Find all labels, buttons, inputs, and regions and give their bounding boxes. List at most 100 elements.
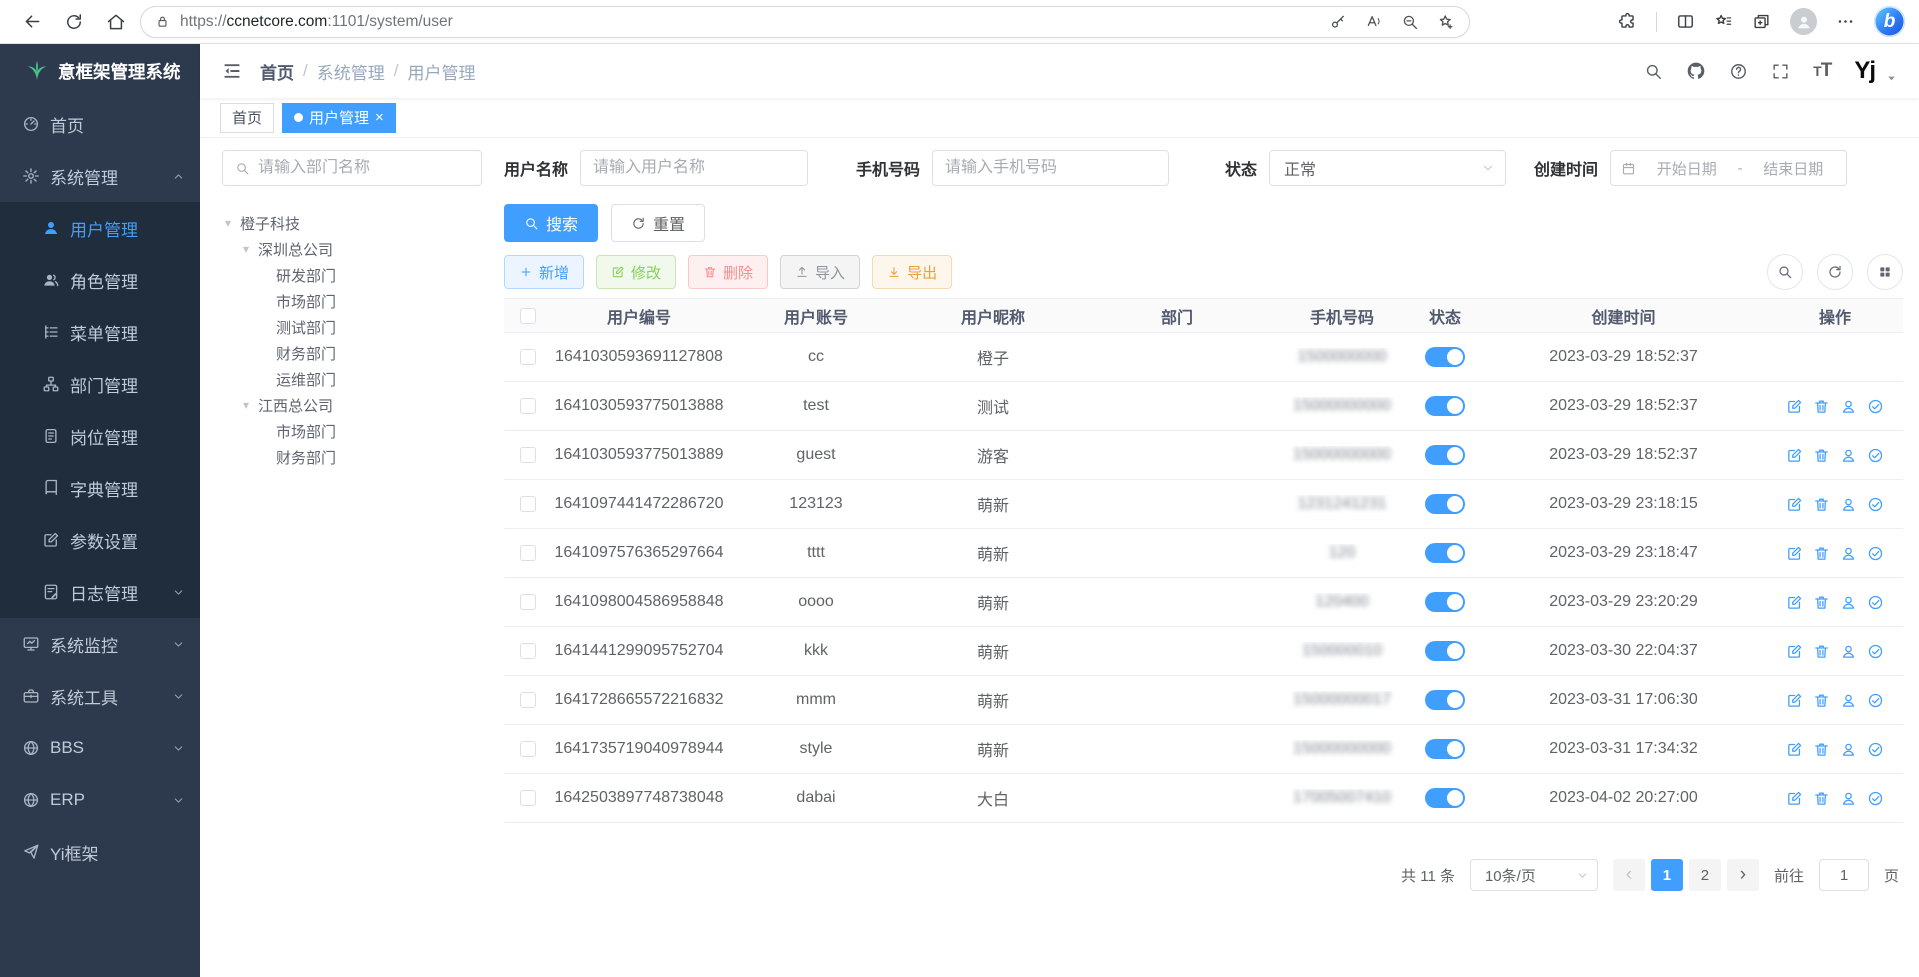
avatar-caret-icon[interactable] <box>1886 73 1897 84</box>
tree-node-市场部门[interactable]: 市场部门 <box>222 418 482 444</box>
assign-role-icon[interactable] <box>1867 692 1884 709</box>
close-icon[interactable]: × <box>375 110 384 125</box>
del-button[interactable]: 删除 <box>688 255 768 289</box>
reset-password-icon[interactable] <box>1840 692 1857 709</box>
sidebar-item-ERP[interactable]: ERP <box>0 774 200 826</box>
profile-avatar-icon[interactable] <box>1790 8 1817 35</box>
column-settings-button[interactable] <box>1867 254 1903 290</box>
tree-expand-caret-icon[interactable]: ▾ <box>222 216 234 230</box>
favorite-star-icon[interactable] <box>1437 13 1455 31</box>
sidebar-item-BBS[interactable]: BBS <box>0 722 200 774</box>
edit-square-icon[interactable] <box>1786 643 1803 660</box>
app-logo[interactable]: 意框架管理系统 <box>0 44 200 98</box>
extensions-icon[interactable] <box>1618 12 1637 31</box>
home-icon[interactable] <box>98 4 134 40</box>
row-checkbox[interactable] <box>520 349 536 365</box>
tree-node-橙子科技[interactable]: ▾橙子科技 <box>222 210 482 236</box>
assign-role-icon[interactable] <box>1867 741 1884 758</box>
sidebar-item-系统工具[interactable]: 系统工具 <box>0 670 200 722</box>
question-icon[interactable] <box>1729 62 1748 81</box>
reset-password-icon[interactable] <box>1840 643 1857 660</box>
refresh-table-button[interactable] <box>1817 254 1853 290</box>
tree-expand-caret-icon[interactable]: ▾ <box>240 398 252 412</box>
delete-icon[interactable] <box>1813 398 1830 415</box>
more-dots-icon[interactable] <box>1836 12 1855 31</box>
status-toggle[interactable] <box>1425 543 1465 563</box>
status-toggle[interactable] <box>1425 641 1465 661</box>
assign-role-icon[interactable] <box>1867 594 1884 611</box>
reset-password-icon[interactable] <box>1840 447 1857 464</box>
show-search-button[interactable] <box>1767 254 1803 290</box>
tab-用户管理[interactable]: 用户管理× <box>282 103 396 133</box>
password-icon[interactable] <box>1329 13 1347 31</box>
status-toggle[interactable] <box>1425 494 1465 514</box>
dept-search-input[interactable] <box>258 159 469 177</box>
edit-square-icon[interactable] <box>1786 447 1803 464</box>
edit-square-icon[interactable] <box>1786 741 1803 758</box>
reset-password-icon[interactable] <box>1840 496 1857 513</box>
username-input[interactable] <box>580 150 808 186</box>
tree-node-研发部门[interactable]: 研发部门 <box>222 262 482 288</box>
edit-square-icon[interactable] <box>1786 594 1803 611</box>
row-checkbox[interactable] <box>520 790 536 806</box>
reset-button[interactable]: 重置 <box>611 204 705 242</box>
breadcrumb-item-2[interactable]: 用户管理 <box>407 59 475 84</box>
split-screen-icon[interactable] <box>1676 12 1695 31</box>
assign-role-icon[interactable] <box>1867 398 1884 415</box>
edit-square-icon[interactable] <box>1786 398 1803 415</box>
sidebar-item-日志管理[interactable]: 日志管理 <box>0 566 200 618</box>
reset-password-icon[interactable] <box>1840 545 1857 562</box>
edit-square-icon[interactable] <box>1786 790 1803 807</box>
lock-icon[interactable] <box>155 14 170 29</box>
row-checkbox[interactable] <box>520 643 536 659</box>
reset-password-icon[interactable] <box>1840 790 1857 807</box>
reset-password-icon[interactable] <box>1840 741 1857 758</box>
text-size-icon[interactable]: TT <box>1813 60 1831 82</box>
sidebar-item-系统管理[interactable]: 系统管理 <box>0 150 200 202</box>
tree-node-市场部门[interactable]: 市场部门 <box>222 288 482 314</box>
sidebar-item-角色管理[interactable]: 角色管理 <box>0 254 200 306</box>
status-toggle[interactable] <box>1425 739 1465 759</box>
tab-首页[interactable]: 首页 <box>220 103 274 133</box>
reset-password-icon[interactable] <box>1840 398 1857 415</box>
tree-expand-caret-icon[interactable]: ▾ <box>240 242 252 256</box>
assign-role-icon[interactable] <box>1867 643 1884 660</box>
status-toggle[interactable] <box>1425 347 1465 367</box>
goto-page-input[interactable] <box>1819 859 1869 891</box>
reset-password-icon[interactable] <box>1840 594 1857 611</box>
tree-node-江西总公司[interactable]: ▾江西总公司 <box>222 392 482 418</box>
sidebar-item-系统监控[interactable]: 系统监控 <box>0 618 200 670</box>
date-range-picker[interactable]: 开始日期 - 结束日期 <box>1610 150 1847 186</box>
status-toggle[interactable] <box>1425 445 1465 465</box>
delete-icon[interactable] <box>1813 692 1830 709</box>
favorites-bar-icon[interactable] <box>1714 12 1733 31</box>
tree-node-运维部门[interactable]: 运维部门 <box>222 366 482 392</box>
row-checkbox[interactable] <box>520 496 536 512</box>
sidebar-item-岗位管理[interactable]: 岗位管理 <box>0 410 200 462</box>
delete-icon[interactable] <box>1813 741 1830 758</box>
status-toggle[interactable] <box>1425 396 1465 416</box>
sidebar-collapse-icon[interactable] <box>222 61 242 81</box>
breadcrumb-item-1[interactable]: 系统管理 <box>317 59 385 84</box>
select-all-checkbox[interactable] <box>520 308 536 324</box>
back-icon[interactable] <box>14 4 50 40</box>
delete-icon[interactable] <box>1813 790 1830 807</box>
sidebar-item-菜单管理[interactable]: 菜单管理 <box>0 306 200 358</box>
url-text[interactable]: https://ccnetcore.com:1101/system/user <box>180 13 1319 31</box>
delete-icon[interactable] <box>1813 447 1830 464</box>
user-avatar[interactable]: Yj <box>1854 59 1875 83</box>
delete-icon[interactable] <box>1813 594 1830 611</box>
sidebar-item-部门管理[interactable]: 部门管理 <box>0 358 200 410</box>
read-aloud-icon[interactable] <box>1365 13 1383 31</box>
github-icon[interactable] <box>1686 61 1706 81</box>
reload-icon[interactable] <box>56 4 92 40</box>
edit-square-icon[interactable] <box>1786 496 1803 513</box>
delete-icon[interactable] <box>1813 643 1830 660</box>
search-icon[interactable] <box>1644 62 1663 81</box>
edit-square-icon[interactable] <box>1786 545 1803 562</box>
sidebar-item-字典管理[interactable]: 字典管理 <box>0 462 200 514</box>
imp-button[interactable]: 导入 <box>780 255 860 289</box>
row-checkbox[interactable] <box>520 692 536 708</box>
sidebar-item-用户管理[interactable]: 用户管理 <box>0 202 200 254</box>
delete-icon[interactable] <box>1813 545 1830 562</box>
